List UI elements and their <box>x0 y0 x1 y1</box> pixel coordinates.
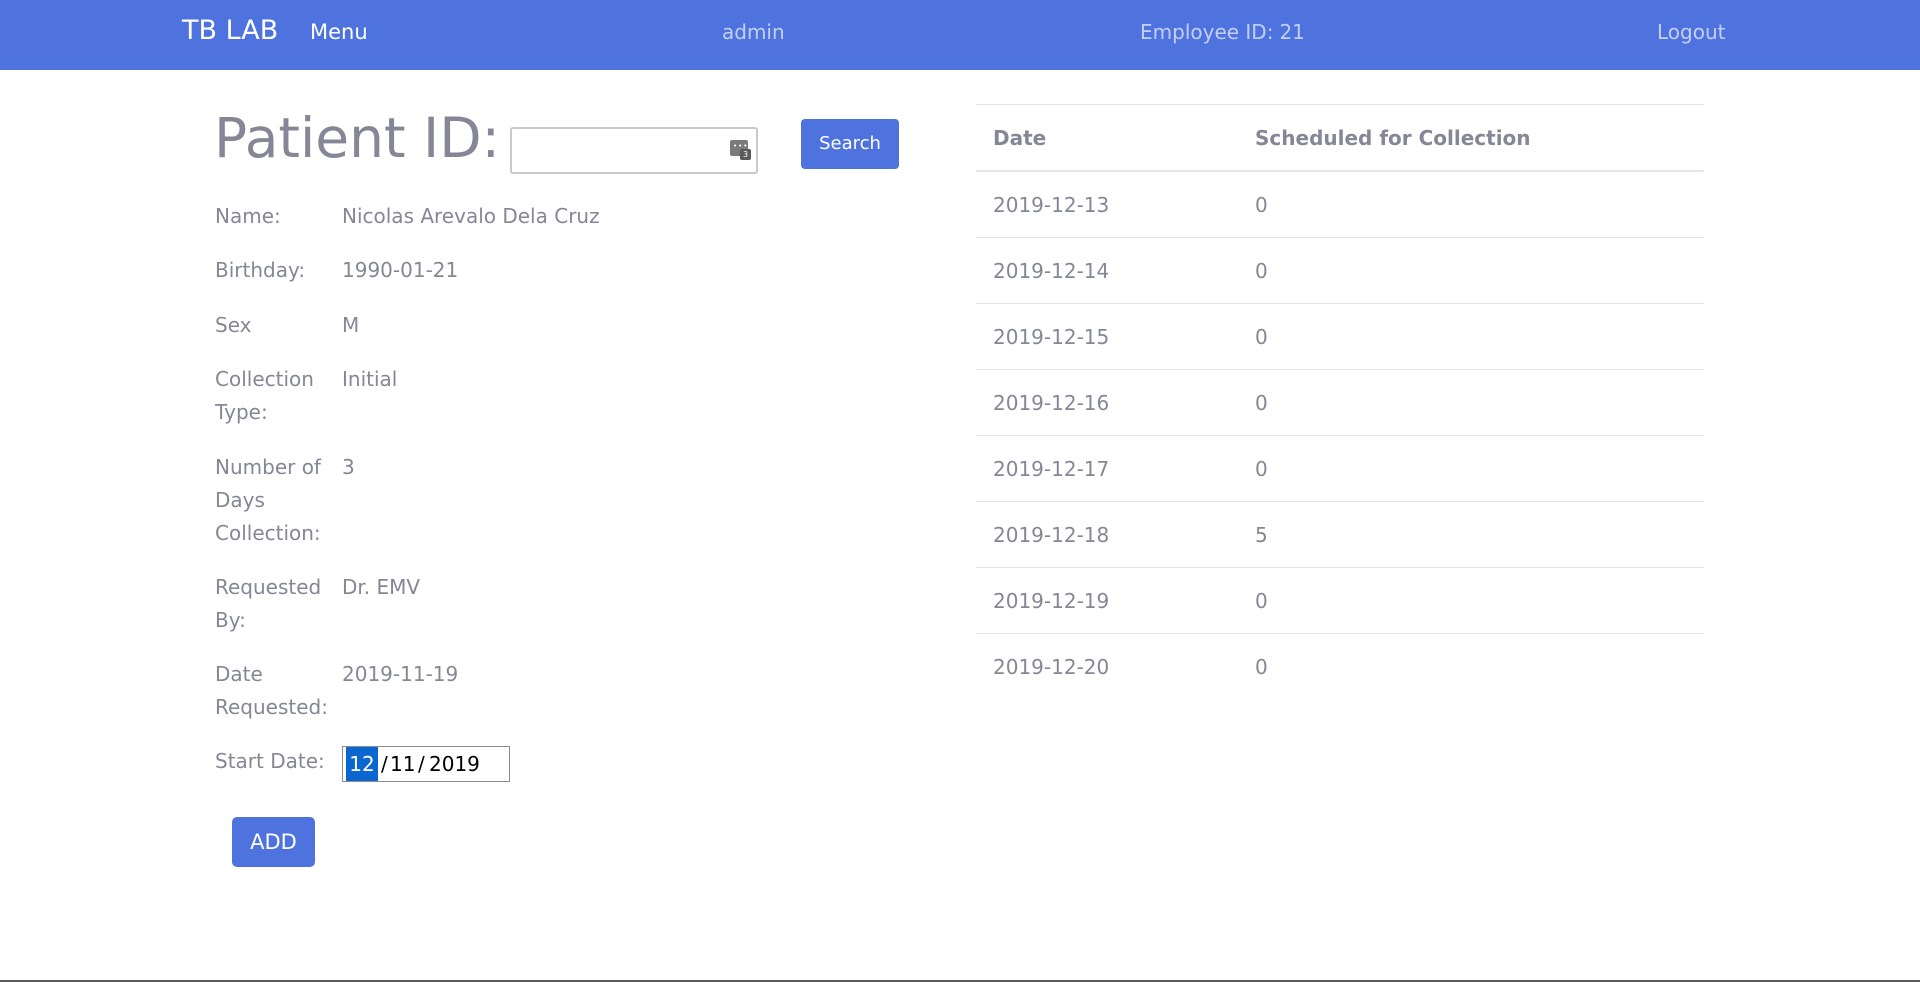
row-date: 2019-12-20 <box>993 655 1110 679</box>
employee-id-value: 21 <box>1279 20 1305 44</box>
sex-label: Sex <box>215 313 252 337</box>
row-date: 2019-12-18 <box>993 523 1110 547</box>
start-date-month-segment[interactable]: 11 <box>390 747 415 781</box>
table-row: 2019-12-15 0 <box>976 303 1704 369</box>
add-button[interactable]: ADD <box>232 817 315 867</box>
date-separator: / <box>418 752 425 776</box>
employee-id-label: Employee ID: <box>1140 20 1274 44</box>
password-manager-badge: 3 <box>740 149 751 160</box>
patient-id-label: Patient ID: <box>214 106 501 170</box>
patient-id-input[interactable] <box>510 127 758 174</box>
collection-type-value: Initial <box>342 367 398 391</box>
row-date: 2019-12-13 <box>993 193 1110 217</box>
menu-link[interactable]: Menu <box>310 18 368 46</box>
scheduled-column-header: Scheduled for Collection <box>1255 126 1531 150</box>
logout-link[interactable]: Logout <box>1657 18 1725 46</box>
nav-username: admin <box>722 20 785 44</box>
date-requested-label: Date Requested: <box>215 662 328 719</box>
row-date: 2019-12-15 <box>993 325 1110 349</box>
row-date: 2019-12-19 <box>993 589 1110 613</box>
start-date-year-segment[interactable]: 2019 <box>429 747 480 781</box>
date-separator: / <box>381 752 388 776</box>
row-count: 0 <box>1255 391 1268 415</box>
row-date: 2019-12-14 <box>993 259 1110 283</box>
start-date-input[interactable]: 12 / 11 / 2019 <box>342 746 510 782</box>
date-requested-value: 2019-11-19 <box>342 662 459 686</box>
row-count: 0 <box>1255 589 1268 613</box>
table-row: 2019-12-14 0 <box>976 237 1704 303</box>
schedule-table: Date Scheduled for Collection 2019-12-13… <box>976 104 1704 699</box>
sex-value: M <box>342 313 360 337</box>
nav-employee-id: Employee ID: 21 <box>1140 18 1305 46</box>
password-manager-icon[interactable]: ••• 3 <box>730 140 751 160</box>
table-row: 2019-12-13 0 <box>976 171 1704 237</box>
days-collection-value: 3 <box>342 455 355 479</box>
table-row: 2019-12-20 0 <box>976 633 1704 699</box>
row-count: 0 <box>1255 655 1268 679</box>
start-date-day-segment[interactable]: 12 <box>346 747 378 781</box>
days-collection-label: Number of Days Collection: <box>215 455 321 545</box>
brand-logo[interactable]: TB LAB <box>182 14 278 48</box>
date-column-header: Date <box>993 126 1047 150</box>
search-button[interactable]: Search <box>801 119 899 169</box>
table-row: 2019-12-19 0 <box>976 567 1704 633</box>
row-count: 5 <box>1255 523 1268 547</box>
table-row: 2019-12-16 0 <box>976 369 1704 435</box>
name-value: Nicolas Arevalo Dela Cruz <box>342 204 600 228</box>
row-count: 0 <box>1255 193 1268 217</box>
row-count: 0 <box>1255 259 1268 283</box>
row-count: 0 <box>1255 325 1268 349</box>
birthday-value: 1990-01-21 <box>342 258 459 282</box>
row-count: 0 <box>1255 457 1268 481</box>
name-label: Name: <box>215 204 281 228</box>
requested-by-label: Requested By: <box>215 575 322 632</box>
top-navbar: TB LAB Menu admin Employee ID: 21 Logout <box>0 0 1920 70</box>
birthday-label: Birthday: <box>215 258 306 282</box>
table-header-row: Date Scheduled for Collection <box>976 104 1704 171</box>
requested-by-value: Dr. EMV <box>342 575 421 599</box>
row-date: 2019-12-17 <box>993 457 1110 481</box>
collection-type-label: Collection Type: <box>215 367 314 424</box>
table-row: 2019-12-18 5 <box>976 501 1704 567</box>
start-date-label: Start Date: <box>215 749 325 773</box>
table-row: 2019-12-17 0 <box>976 435 1704 501</box>
row-date: 2019-12-16 <box>993 391 1110 415</box>
